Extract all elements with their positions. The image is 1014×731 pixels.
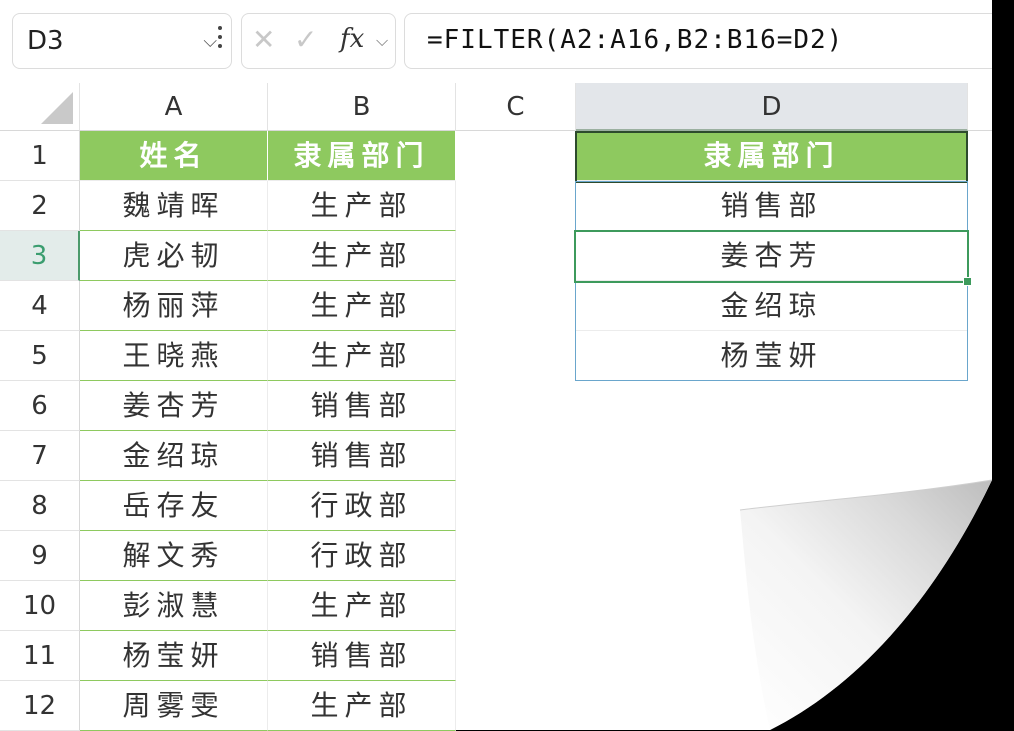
name-box[interactable]: D3 ⌵ [12,13,232,69]
cell-a10[interactable]: 彭淑慧 [80,581,268,631]
cell-b6[interactable]: 销售部 [268,381,456,431]
function-icon[interactable]: fx [340,24,364,54]
cell-a9[interactable]: 解文秀 [80,531,268,581]
row-header-12[interactable]: 12 [0,681,80,731]
column-header-c[interactable]: C [456,83,576,131]
cell-a11[interactable]: 杨莹妍 [80,631,268,681]
formula-input[interactable]: =FILTER(A2:A16,B2:B16=D2) [404,13,1014,69]
cell-a6[interactable]: 姜杏芳 [80,381,268,431]
chevron-down-icon[interactable]: ⌵ [203,31,217,52]
cell-a4[interactable]: 杨丽萍 [80,281,268,331]
row-header-7[interactable]: 7 [0,431,80,481]
cell-a2[interactable]: 魏靖晖 [80,181,268,231]
row-header-1[interactable]: 1 [0,131,80,181]
cell-d1[interactable]: 隶属部门 [576,131,968,181]
column-header-e[interactable] [968,83,1014,131]
cell-b7[interactable]: 销售部 [268,431,456,481]
cell-b3[interactable]: 生产部 [268,231,456,281]
cell-d4[interactable]: 金绍琼 [576,281,968,331]
row-header-10[interactable]: 10 [0,581,80,631]
cell-b10[interactable]: 生产部 [268,581,456,631]
column-header-b[interactable]: B [268,83,456,131]
cell-b1[interactable]: 隶属部门 [268,131,456,181]
cell-a5[interactable]: 王晓燕 [80,331,268,381]
chevron-down-icon[interactable]: ⌵ [376,31,388,51]
row-header-5[interactable]: 5 [0,331,80,381]
name-box-value: D3 [27,26,64,56]
cell-b2[interactable]: 生产部 [268,181,456,231]
cell-b9[interactable]: 行政部 [268,531,456,581]
column-header-a[interactable]: A [80,83,268,131]
row-header-6[interactable]: 6 [0,381,80,431]
cell-a7[interactable]: 金绍琼 [80,431,268,481]
cell-a1[interactable]: 姓名 [80,131,268,181]
formula-text: =FILTER(A2:A16,B2:B16=D2) [427,25,844,55]
cell-d3[interactable]: 姜杏芳 [576,231,968,281]
cell-a12[interactable]: 周雾雯 [80,681,268,731]
row-header-11[interactable]: 11 [0,631,80,681]
cell-b11[interactable]: 销售部 [268,631,456,681]
more-options-icon[interactable] [218,26,222,56]
cell-b12[interactable]: 生产部 [268,681,456,731]
select-all-corner[interactable] [0,83,80,131]
row-header-8[interactable]: 8 [0,481,80,531]
row-header-3[interactable]: 3 [0,231,80,281]
formula-controls: ✕ ✓ fx ⌵ [241,13,396,69]
cancel-icon[interactable]: ✕ [252,23,275,56]
cell-d2[interactable]: 销售部 [576,181,968,231]
confirm-icon[interactable]: ✓ [294,23,317,56]
cell-b5[interactable]: 生产部 [268,331,456,381]
cell-d5[interactable]: 杨莹妍 [576,331,968,381]
cell-a3[interactable]: 虎必韧 [80,231,268,281]
cell-a8[interactable]: 岳存友 [80,481,268,531]
row-header-9[interactable]: 9 [0,531,80,581]
column-header-d[interactable]: D [576,83,968,131]
row-header-2[interactable]: 2 [0,181,80,231]
cell-b4[interactable]: 生产部 [268,281,456,331]
spreadsheet: D3 ⌵ ✕ ✓ fx ⌵ =FILTER(A2:A16,B2:B16=D2) … [0,0,1014,731]
cell-b8[interactable]: 行政部 [268,481,456,531]
row-header-4[interactable]: 4 [0,281,80,331]
